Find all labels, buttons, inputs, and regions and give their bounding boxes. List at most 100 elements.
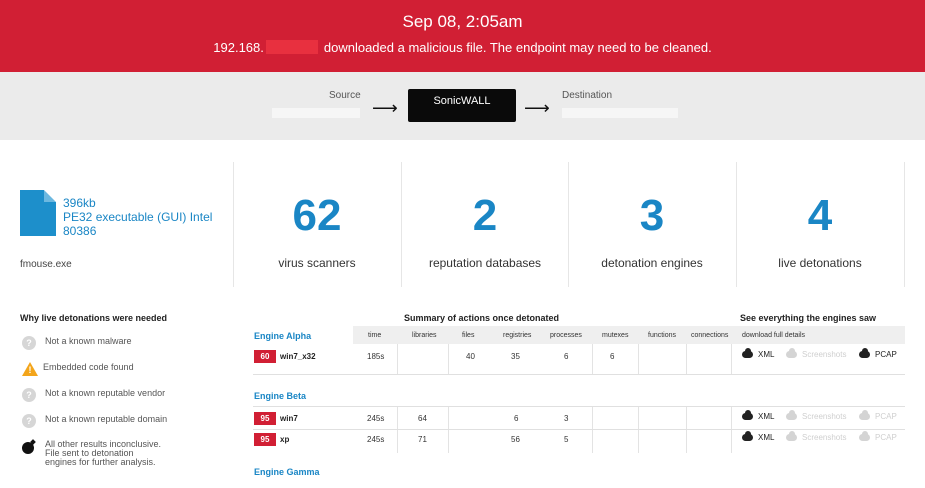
cloud-download-icon	[786, 410, 797, 420]
column-separator	[731, 344, 732, 374]
file-type: PE32 executable (GUI) Intel 80386	[63, 210, 213, 238]
question-icon: ?	[22, 388, 36, 402]
registries-value: 56	[511, 435, 520, 444]
column-separator	[592, 407, 593, 453]
registries-value: 6	[514, 414, 519, 423]
download-label: Screenshots	[802, 412, 847, 421]
destination-value	[562, 108, 678, 118]
alert-message-text: downloaded a malicious file. The endpoin…	[323, 40, 712, 55]
files-value: 40	[466, 352, 475, 361]
download-pcap-button[interactable]: PCAP	[859, 431, 897, 442]
destination-label: Destination	[562, 90, 613, 101]
traffic-flow: Source ⟶ SonicWALL ⟶ Destination	[0, 72, 925, 140]
cloud-download-icon	[786, 348, 797, 358]
cloud-download-icon	[859, 410, 870, 420]
download-label: Screenshots	[802, 433, 847, 442]
stat-value: 62	[292, 191, 342, 240]
row-divider	[253, 429, 905, 430]
cloud-download-icon	[742, 431, 753, 441]
header-download: download full details	[742, 332, 806, 339]
download-pcap-button[interactable]: PCAP	[859, 348, 897, 359]
column-separator	[397, 407, 398, 453]
column-separator	[448, 407, 449, 453]
score-badge: 95	[254, 433, 276, 446]
score-badge: 60	[254, 350, 276, 363]
row-divider	[253, 406, 905, 407]
download-label: PCAP	[875, 412, 897, 421]
why-item: ? Not a known reputable vendor	[22, 388, 165, 402]
column-separator	[731, 407, 732, 453]
source-label: Source	[329, 90, 361, 101]
stat-label: live detonations	[778, 256, 862, 270]
processes-value: 5	[564, 435, 569, 444]
why-item: ? Not a known malware	[22, 336, 132, 350]
column-separator	[397, 344, 398, 374]
download-screenshots-button[interactable]: Screenshots	[786, 431, 847, 442]
processes-value: 3	[564, 414, 569, 423]
stat-label: virus scanners	[278, 256, 356, 270]
engine-name[interactable]: Engine Gamma	[254, 467, 320, 477]
header-functions: functions	[648, 332, 677, 339]
question-icon: ?	[22, 336, 36, 350]
download-label: XML	[758, 412, 775, 421]
download-label: XML	[758, 433, 775, 442]
stat-reputation-databases: 2 reputation databases	[401, 188, 569, 270]
why-item: ? Not a known reputable domain	[22, 414, 167, 428]
stat-label: detonation engines	[601, 256, 703, 270]
see-everything-title: See everything the engines saw	[740, 313, 877, 323]
header-libraries: libraries	[412, 332, 437, 339]
time-value: 245s	[367, 414, 385, 423]
column-separator	[686, 407, 687, 453]
stat-value: 3	[639, 191, 665, 240]
stat-virus-scanners: 62 virus scanners	[233, 188, 401, 270]
download-label: PCAP	[875, 433, 897, 442]
download-screenshots-button[interactable]: Screenshots	[786, 410, 847, 421]
alert-message: 192.168. downloaded a malicious file. The…	[0, 40, 925, 55]
column-separator	[638, 407, 639, 453]
header-registries: registries	[503, 332, 532, 339]
download-xml-button[interactable]: XML	[742, 431, 775, 442]
redacted-ip	[265, 40, 318, 54]
download-label: XML	[758, 350, 775, 359]
header-processes: processes	[550, 332, 582, 339]
header-mutexes: mutexes	[602, 332, 629, 339]
score-badge: 95	[254, 412, 276, 425]
why-item-text: All other results inconclusive. File sen…	[45, 439, 162, 467]
why-item-text: Embedded code found	[43, 362, 134, 372]
alert-ip-prefix: 192.168.	[213, 40, 264, 55]
why-item: ! Embedded code found	[22, 362, 134, 376]
download-pcap-button[interactable]: PCAP	[859, 410, 897, 421]
stat-live-detonations: 4 live detonations	[736, 188, 904, 270]
libraries-value: 64	[418, 414, 427, 423]
engine-name[interactable]: Engine Alpha	[254, 331, 311, 341]
bomb-icon	[22, 439, 36, 454]
divider	[904, 162, 905, 287]
why-item-text: Not a known reputable domain	[45, 414, 168, 424]
time-value: 185s	[367, 352, 385, 361]
why-item: All other results inconclusive. File sen…	[22, 439, 167, 467]
cloud-download-icon	[742, 348, 753, 358]
arrow-right-icon: ⟶	[524, 98, 550, 118]
mutexes-value: 6	[610, 352, 615, 361]
download-xml-button[interactable]: XML	[742, 348, 775, 359]
stat-value: 4	[807, 191, 833, 240]
engine-name[interactable]: Engine Beta	[254, 391, 306, 401]
download-screenshots-button[interactable]: Screenshots	[786, 348, 846, 359]
header-time: time	[368, 332, 382, 339]
cloud-download-icon	[859, 348, 870, 358]
why-title: Why live detonations were needed	[20, 313, 168, 323]
processes-value: 6	[564, 352, 569, 361]
download-xml-button[interactable]: XML	[742, 410, 775, 421]
os-name: win7_x32	[280, 352, 316, 361]
file-size: 396kb	[63, 196, 96, 210]
firewall-device: SonicWALL	[408, 89, 516, 122]
stat-value: 2	[472, 191, 498, 240]
time-value: 245s	[367, 435, 385, 444]
file-name: fmouse.exe	[20, 259, 72, 270]
summary-title: Summary of actions once detonated	[404, 313, 560, 323]
column-separator	[448, 344, 449, 374]
why-item-text: Not a known malware	[45, 336, 132, 346]
question-icon: ?	[22, 414, 36, 428]
cloud-download-icon	[859, 431, 870, 441]
file-icon	[20, 190, 56, 236]
